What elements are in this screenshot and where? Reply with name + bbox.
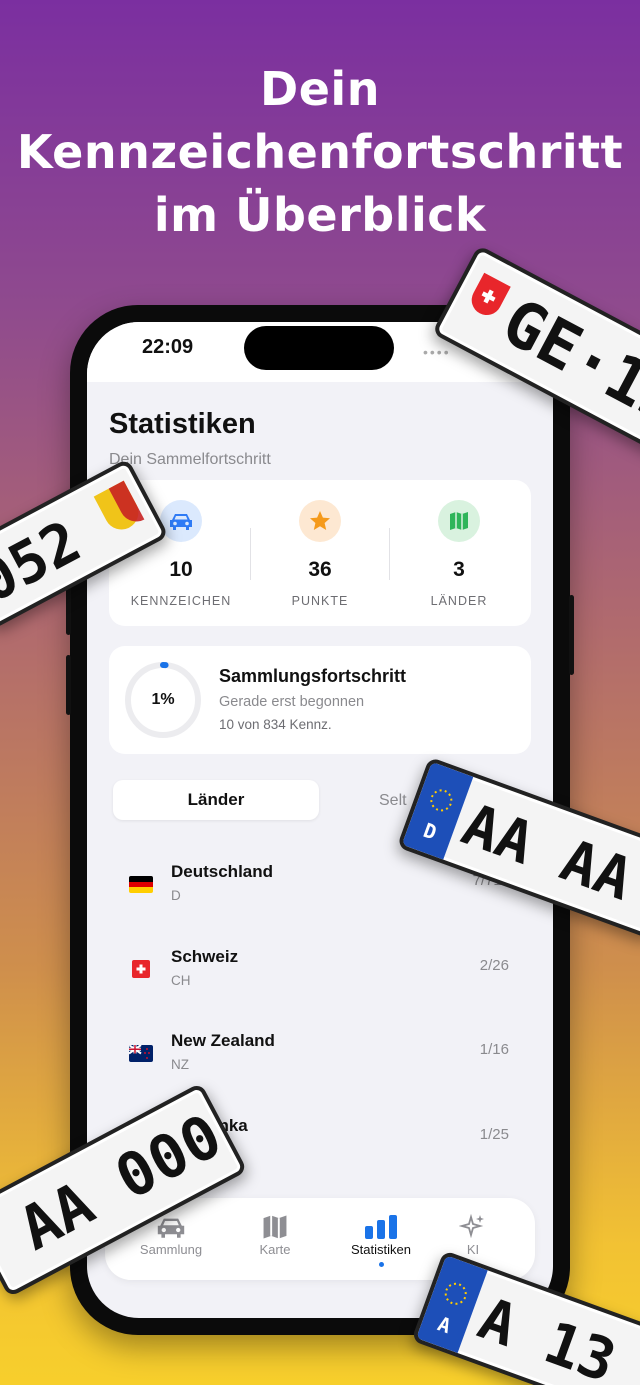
signal-icon: •••• [423, 344, 451, 360]
star-icon [299, 500, 341, 542]
headline: Dein Kennzeichenfortschritt im Überblick [0, 58, 640, 247]
stat-label: KENNZEICHEN [130, 594, 232, 608]
germany-flag-icon [129, 876, 153, 893]
tab-statistiken[interactable]: Statistiken [331, 1198, 431, 1280]
stat-laender: 3 LÄNDER [389, 480, 529, 626]
segment-laender[interactable]: Länder [113, 780, 319, 820]
segment-selten[interactable]: Selt [379, 792, 407, 810]
dynamic-island [244, 326, 394, 370]
tab-label: Karte [259, 1242, 291, 1257]
stat-value: 3 [453, 558, 465, 581]
new-zealand-flag-icon [129, 1045, 153, 1062]
bar-chart-icon [331, 1212, 431, 1242]
progress-count: 10 von 834 Kennz. [219, 717, 332, 732]
plate-text: A 13 [470, 1284, 625, 1385]
plate-country: A [434, 1311, 455, 1339]
switzerland-flag-icon [132, 960, 150, 978]
country-count: 2/26 [479, 957, 509, 974]
tab-label: Statistiken [351, 1242, 411, 1257]
volume-down-button [66, 655, 71, 715]
header-spacer [87, 382, 553, 402]
progress-card[interactable]: 1% Sammlungsfortschritt Gerade erst bego… [109, 646, 531, 754]
progress-percent: 1% [151, 691, 175, 708]
plate-country: D [420, 818, 440, 845]
status-time: 22:09 [142, 336, 194, 358]
active-indicator [378, 1262, 384, 1267]
page-title: Statistiken [109, 408, 256, 440]
coat-of-arms-icon [93, 480, 145, 536]
progress-title: Sammlungsfortschritt [219, 666, 407, 686]
headline-line-1: Dein [260, 62, 380, 116]
progress-subtitle: Gerade erst begonnen [219, 694, 365, 710]
sparkles-icon [423, 1212, 523, 1242]
country-code: NZ [171, 1057, 189, 1072]
country-name: Schweiz [171, 947, 239, 966]
stats-card: 10 KENNZEICHEN 36 PUNKTE 3 LÄNDER [109, 480, 531, 626]
country-code: D [171, 888, 181, 903]
page-subtitle: Dein Sammelfortschritt [109, 451, 271, 468]
stat-punkte: 36 PUNKTE [250, 480, 390, 626]
headline-line-3: im Überblick [153, 188, 487, 242]
car-icon [160, 500, 202, 542]
map-icon [438, 500, 480, 542]
country-count: 1/25 [479, 1126, 509, 1143]
country-name: Deutschland [171, 862, 274, 881]
tab-karte[interactable]: Karte [225, 1198, 325, 1280]
list-item[interactable]: Deutschland D 7/711 [109, 858, 509, 928]
list-item[interactable]: Schweiz CH 2/26 [109, 943, 509, 1013]
swiss-shield-icon [466, 272, 511, 321]
map-icon [225, 1212, 325, 1242]
headline-line-2: Kennzeichenfortschritt [16, 125, 624, 179]
stat-value: 10 [169, 558, 193, 581]
stat-label: PUNKTE [291, 594, 349, 608]
list-item[interactable]: New Zealand NZ 1/16 [109, 1027, 509, 1097]
country-name: New Zealand [171, 1031, 275, 1050]
country-code: CH [171, 973, 191, 988]
tab-label: KI [466, 1242, 480, 1257]
stat-value: 36 [308, 558, 332, 581]
country-count: 1/16 [479, 1041, 509, 1058]
stat-label: LÄNDER [430, 594, 488, 608]
tab-label: Sammlung [139, 1242, 203, 1257]
side-button [569, 595, 574, 675]
